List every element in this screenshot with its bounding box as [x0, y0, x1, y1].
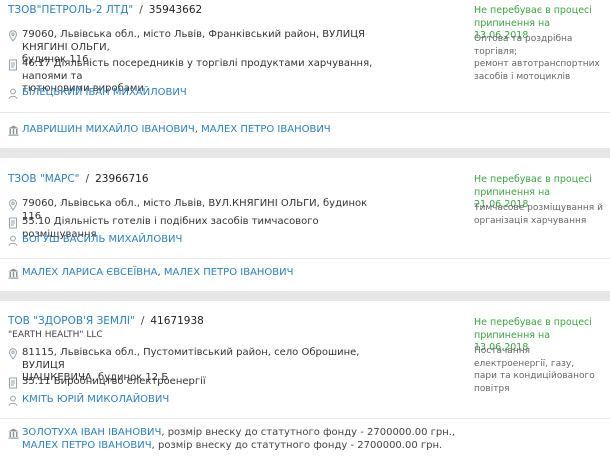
header-separator: /	[139, 4, 143, 16]
header-separator: /	[85, 173, 90, 185]
activity-line: засобів і мотоциклів	[474, 71, 571, 82]
company-header: ТЗОВ"ПЕТРОЛЬ-2 ЛТД" / 35943662	[8, 4, 202, 16]
director-link[interactable]: КМІТЬ ЮРІЙ МИКОЛАЙОВИЧ	[22, 394, 169, 407]
company-name-link[interactable]: ТЗОВ "МАРС"	[8, 173, 80, 185]
document-icon	[8, 217, 22, 229]
card-gap	[0, 148, 610, 158]
document-icon	[8, 377, 22, 389]
founder-link[interactable]: МАЛЕХ ПЕТРО ІВАНОВИЧ	[164, 267, 294, 278]
company-code: 35943662	[148, 4, 203, 16]
activity-text: Тимчасове розміщування й організація хар…	[474, 202, 606, 227]
person-icon	[8, 235, 22, 247]
activity-text: Постачання електроенергії, газу, пари та…	[474, 345, 606, 395]
activity-line: організація харчування	[474, 215, 587, 226]
founder-link[interactable]: ЛАВРИШИН МИХАЙЛО ІВАНОВИЧ	[22, 124, 195, 135]
company-code: 23966716	[95, 173, 149, 185]
activity-line: Тимчасове розміщування й	[474, 203, 603, 213]
founder-share: , розмір внеску до статутного фонду - 27…	[151, 439, 443, 451]
activity-text: Оптова та роздрібна торгівля; ремонт авт…	[474, 33, 606, 83]
kved-line: 46.17 Діяльність посередників у торгівлі…	[22, 58, 373, 82]
card-divider	[0, 418, 610, 419]
company-name-link[interactable]: ТЗОВ"ПЕТРОЛЬ-2 ЛТД"	[8, 4, 133, 16]
activity-line: Оптова та роздрібна торгівля;	[474, 34, 573, 57]
address-line: 81115, Львівська обл., Пустомитівський р…	[22, 347, 360, 371]
card-divider	[0, 112, 610, 113]
company-header: ТОВ "ЗДОРОВ'Я ЗЕМЛІ" / 41671938	[8, 315, 204, 327]
company-card-3: ТОВ "ЗДОРОВ'Я ЗЕМЛІ" / 41671938 "EARTH HEA…	[0, 301, 610, 469]
address-line: 79060, Львівська обл., місто Львів, Фран…	[22, 29, 365, 53]
founders-row: ЛАВРИШИН МИХАЙЛО ІВАНОВИЧ, МАЛЕХ ПЕТРО І…	[8, 124, 603, 137]
company-header: ТЗОВ "МАРС" / 23966716	[8, 173, 149, 185]
director-link[interactable]: БОГУШ ВАСИЛЬ МИХАЙЛОВИЧ	[22, 234, 182, 247]
director-row: КМІТЬ ЮРІЙ МИКОЛАЙОВИЧ	[8, 394, 388, 407]
english-name: "EARTH HEALTH" LLC	[8, 330, 103, 340]
founder-entry: ЗОЛОТУХА ІВАН ІВАНОВИЧ, розмір внеску до…	[22, 427, 455, 440]
founder-share: , розмір внеску до статутного фонду - 27…	[161, 427, 456, 438]
map-pin-icon	[8, 30, 22, 42]
founders-row: МАЛЕХ ЛАРИСА ЄВСЕЇВНА, МАЛЕХ ПЕТРО ІВАНО…	[8, 267, 603, 280]
company-card-1: ТЗОВ"ПЕТРОЛЬ-2 ЛТД" / 35943662 Не перебува…	[0, 0, 610, 148]
founder-link[interactable]: ЗОЛОТУХА ІВАН ІВАНОВИЧ	[22, 427, 161, 438]
bank-icon	[8, 125, 22, 137]
company-card-2: ТЗОВ "МАРС" / 23966716 Не перебуває в проц…	[0, 158, 610, 291]
activity-line: пари та кондиційованого	[474, 371, 595, 381]
status-line: Не перебуває в процесі	[474, 174, 592, 185]
founder-link[interactable]: МАЛЕХ ПЕТРО ІВАНОВИЧ	[22, 440, 152, 451]
founder-link[interactable]: МАЛЕХ ПЕТРО ІВАНОВИЧ	[201, 124, 331, 135]
bank-icon	[8, 428, 22, 440]
status-line: Не перебуває в процесі	[474, 317, 592, 328]
activity-line: Постачання електроенергії, газу,	[474, 346, 575, 369]
header-separator: /	[140, 315, 145, 327]
document-icon	[8, 59, 22, 71]
founder-entry: МАЛЕХ ПЕТРО ІВАНОВИЧ, розмір внеску до с…	[22, 440, 455, 453]
bank-icon	[8, 268, 22, 280]
company-code: 41671938	[150, 315, 204, 327]
kved-row: 35.11 Виробництво електроенергії	[8, 376, 388, 389]
map-pin-icon	[8, 348, 22, 360]
person-icon	[8, 88, 22, 100]
card-divider	[0, 258, 610, 259]
founder-link[interactable]: МАЛЕХ ЛАРИСА ЄВСЕЇВНА	[22, 267, 158, 278]
activity-line: ремонт автотранспортних	[474, 59, 600, 69]
activity-line: повітря	[474, 383, 510, 394]
map-pin-icon	[8, 199, 22, 211]
status-line: Не перебуває в процесі	[474, 5, 592, 16]
director-link[interactable]: БІЛЕЦЬКИЙ ІВАН МИХАЙЛОВИЧ	[22, 87, 187, 100]
card-gap	[0, 291, 610, 301]
director-row: БІЛЕЦЬКИЙ ІВАН МИХАЙЛОВИЧ	[8, 87, 388, 100]
kved-line: 35.11 Виробництво електроенергії	[22, 376, 206, 387]
director-row: БОГУШ ВАСИЛЬ МИХАЙЛОВИЧ	[8, 234, 388, 247]
person-icon	[8, 395, 22, 407]
founders-row: ЗОЛОТУХА ІВАН ІВАНОВИЧ, розмір внеску до…	[8, 427, 603, 452]
company-name-link[interactable]: ТОВ "ЗДОРОВ'Я ЗЕМЛІ"	[8, 315, 135, 327]
